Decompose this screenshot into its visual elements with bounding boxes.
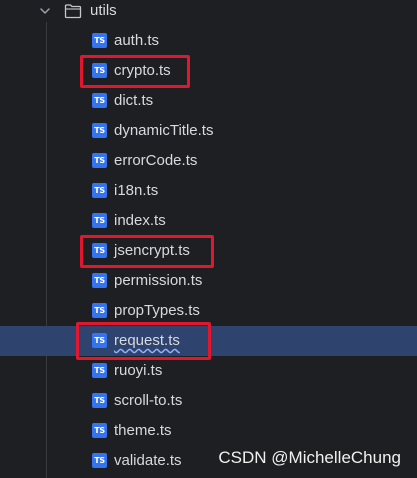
watermark: CSDN @MichelleChung [218,448,401,467]
file-row[interactable]: TS index.ts [0,206,417,236]
file-label: validate.ts [114,452,182,469]
file-row[interactable]: TS errorCode.ts [0,146,417,176]
file-row[interactable]: TS scroll-to.ts [0,386,417,416]
file-label: errorCode.ts [114,152,198,169]
typescript-file-icon: TS [92,123,107,138]
file-row[interactable]: TS auth.ts [0,26,417,56]
folder-label: utils [90,2,117,19]
file-row[interactable]: TS crypto.ts [0,56,417,86]
typescript-file-icon: TS [92,423,107,438]
typescript-file-icon: TS [92,363,107,378]
file-row[interactable]: TS i18n.ts [0,176,417,206]
folder-icon [64,4,82,19]
file-label: permission.ts [114,272,203,289]
file-row[interactable]: TS dynamicTitle.ts [0,116,417,146]
file-row[interactable]: TS theme.ts [0,416,417,446]
highlight-box-request [76,322,211,360]
highlight-box-crypto [80,55,190,88]
file-label: scroll-to.ts [114,392,183,409]
file-label: propTypes.ts [114,302,200,319]
typescript-file-icon: TS [92,273,107,288]
file-label: ruoyi.ts [114,362,163,379]
folder-row-utils[interactable]: utils [0,0,417,22]
file-label: index.ts [114,212,166,229]
highlight-box-jsencrypt [80,235,214,268]
file-row[interactable]: TS permission.ts [0,266,417,296]
typescript-file-icon: TS [92,183,107,198]
typescript-file-icon: TS [92,213,107,228]
typescript-file-icon: TS [92,93,107,108]
typescript-file-icon: TS [92,153,107,168]
typescript-file-icon: TS [92,393,107,408]
project-file-tree: utils TS auth.ts TS crypto.ts TS dict.ts TS dyn… [0,0,417,478]
chevron-down-icon[interactable] [38,4,52,18]
typescript-file-icon: TS [92,33,107,48]
file-label: dict.ts [114,92,154,109]
file-row[interactable]: TS dict.ts [0,86,417,116]
file-label: theme.ts [114,422,172,439]
file-label: i18n.ts [114,182,159,199]
file-label: dynamicTitle.ts [114,122,214,139]
typescript-file-icon: TS [92,303,107,318]
file-row[interactable]: TS ruoyi.ts [0,356,417,386]
typescript-file-icon: TS [92,453,107,468]
file-label: auth.ts [114,32,160,49]
